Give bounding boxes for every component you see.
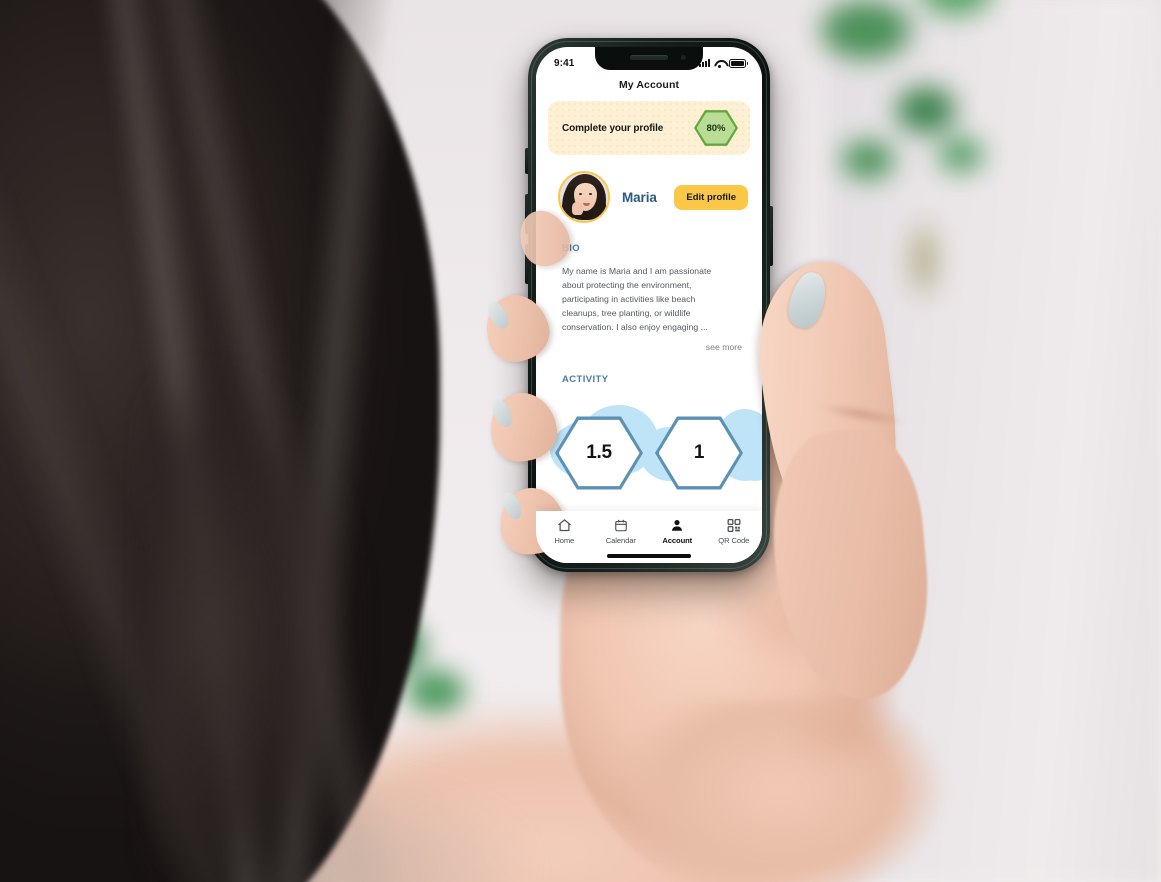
- avatar[interactable]: [558, 171, 610, 223]
- edit-profile-button[interactable]: Edit profile: [674, 184, 748, 210]
- tab-calendar-label: Calendar: [605, 536, 636, 545]
- photo-scene: 9:41 My Account Complete your profile 80…: [0, 0, 1161, 882]
- activity-value: 1.5: [586, 442, 612, 463]
- tab-qr-code[interactable]: QR Code: [708, 518, 760, 545]
- activity-value: 1: [693, 442, 705, 463]
- app-content: My Account Complete your profile 80% Mar…: [536, 73, 762, 563]
- activity-hex[interactable]: 1.5: [555, 415, 643, 491]
- page-title: My Account: [618, 79, 680, 91]
- activity-heading: ACTIVITY: [562, 374, 609, 385]
- mute-switch: [525, 148, 528, 174]
- status-icons: [699, 58, 748, 68]
- completion-badge: 80%: [694, 109, 738, 147]
- person-icon: [672, 520, 683, 531]
- avatar-eye-left: [579, 193, 582, 195]
- power-button: [770, 206, 773, 266]
- home-indicator[interactable]: [607, 554, 691, 558]
- banner-label: Complete your profile: [562, 122, 664, 134]
- status-time: 9:41: [554, 57, 575, 69]
- phone-device: 9:41 My Account Complete your profile 80…: [525, 38, 773, 572]
- tab-qr-code-label: QR Code: [718, 536, 750, 545]
- bio-text: My name is Maria and I am passionate abo…: [562, 266, 712, 332]
- completion-percent: 80%: [706, 122, 726, 134]
- profile-name: Maria: [622, 189, 657, 205]
- calendar-icon: [614, 519, 627, 532]
- tab-calendar[interactable]: Calendar: [595, 518, 647, 545]
- status-bar: 9:41: [536, 47, 762, 73]
- tab-account-label: Account: [662, 536, 693, 545]
- activity-hex-row: 1.5 1: [552, 397, 746, 491]
- activity-area: 1.5 1: [536, 397, 762, 490]
- wifi-icon: [714, 59, 725, 68]
- qr-code-icon: [727, 519, 741, 532]
- phone-screen: 9:41 My Account Complete your profile 80…: [536, 47, 762, 563]
- avatar-eye-right: [589, 193, 592, 195]
- cellular-signal-icon: [699, 59, 710, 67]
- battery-icon: [729, 58, 748, 68]
- profile-row: Maria Edit profile: [536, 155, 762, 223]
- home-icon: [558, 519, 571, 532]
- see-more-link[interactable]: see more: [536, 334, 762, 352]
- avatar-hand: [572, 202, 583, 215]
- complete-profile-banner[interactable]: Complete your profile 80%: [548, 101, 750, 155]
- tab-home-label: Home: [554, 536, 575, 545]
- avatar-photo: [560, 173, 608, 221]
- tab-account[interactable]: Account: [651, 518, 703, 545]
- tab-home[interactable]: Home: [538, 518, 590, 545]
- activity-hex[interactable]: 1: [655, 415, 743, 491]
